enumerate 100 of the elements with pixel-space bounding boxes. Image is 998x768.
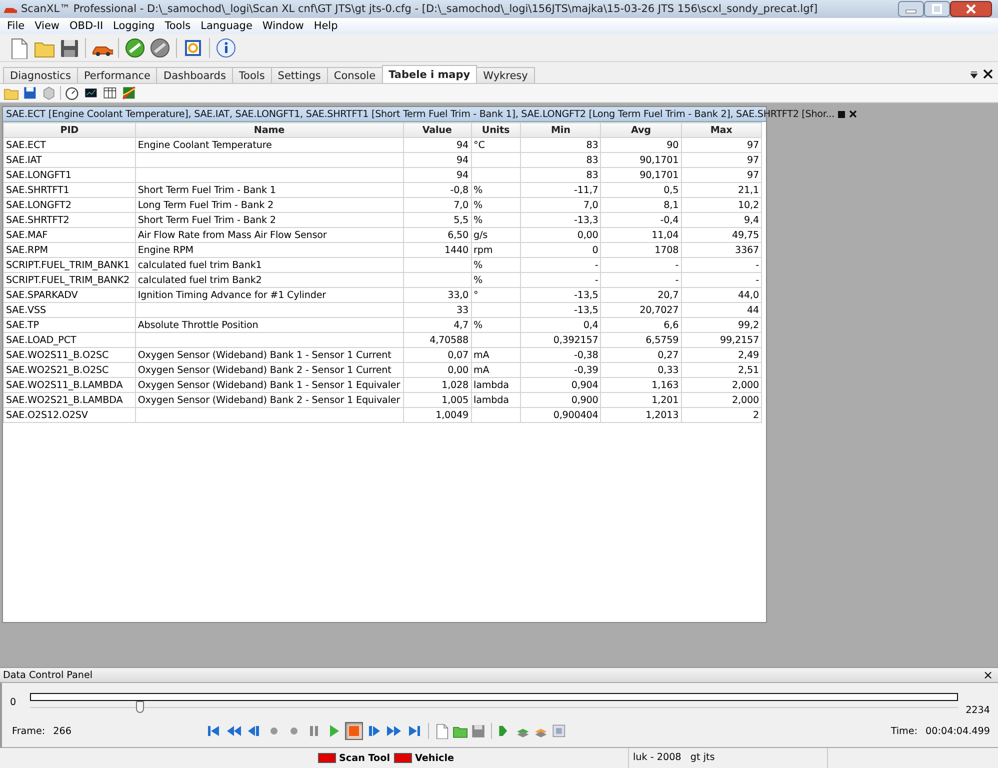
time-label: Time: (890, 726, 918, 736)
save-icon[interactable] (470, 723, 486, 739)
table-cell: SAE.SPARKADV (4, 288, 136, 302)
table-cell: 2,49 (681, 348, 762, 362)
tab[interactable]: Performance (76, 67, 158, 83)
table-cell: mA (471, 362, 520, 378)
maximize-icon[interactable] (924, 1, 950, 17)
info-icon[interactable] (215, 36, 237, 58)
menu-item[interactable]: OBD-II (64, 20, 108, 32)
range-start: 0 (10, 696, 18, 708)
table-cell: 97 (681, 138, 762, 152)
table-cell: 99,2 (681, 318, 762, 332)
table-cell: 44,0 (681, 288, 762, 302)
table-cell: 90,1701 (600, 152, 682, 168)
table-cell: 44 (681, 302, 762, 318)
column-header[interactable]: Value (403, 122, 472, 138)
table-cell: 5,5 (403, 212, 472, 228)
menu-item[interactable]: File (2, 20, 30, 32)
playback-button[interactable] (345, 722, 364, 740)
table-cell: -13,5 (520, 302, 601, 318)
column-header[interactable]: PID (4, 122, 136, 138)
table-cell: 7,0 (520, 198, 601, 212)
table-cell: 2,51 (681, 362, 762, 378)
table-cell: 0 (520, 242, 601, 258)
table-cell: 94 (403, 168, 472, 182)
table-cell: SAE.LOAD_PCT (4, 332, 136, 348)
close-icon[interactable] (849, 110, 858, 118)
table-icon[interactable] (102, 85, 118, 101)
dropdown-icon[interactable] (970, 71, 978, 79)
new-document-icon[interactable] (434, 723, 450, 739)
tab[interactable]: Settings (270, 67, 328, 83)
table-cell: % (471, 318, 520, 332)
tab[interactable]: Tabele i mapy (382, 65, 478, 83)
tab[interactable]: Diagnostics (3, 67, 78, 83)
tab[interactable]: Tools (232, 67, 272, 83)
table-cell: % (471, 182, 520, 198)
fast-forward-icon (386, 723, 402, 739)
rewind-icon (226, 723, 242, 739)
tab[interactable]: Console (326, 67, 383, 83)
frame-value: 266 (53, 726, 72, 736)
table-cell: 0,00 (520, 228, 601, 242)
table-cell: 7,0 (403, 198, 472, 212)
table-cell: 49,75 (681, 228, 762, 242)
table-cell: Ignition Timing Advance for #1 Cylinder (135, 288, 404, 302)
table-cell: -0,39 (520, 362, 601, 378)
menu-item[interactable]: Help (308, 20, 343, 32)
tab[interactable]: Dashboards (156, 67, 233, 83)
table-cell: SAE.WO2S11_B.LAMBDA (4, 378, 136, 392)
close-icon[interactable] (950, 1, 992, 17)
save-icon[interactable] (22, 85, 38, 101)
table-cell: - (520, 272, 601, 288)
table-cell: 90 (600, 138, 682, 152)
table-cell: - (600, 272, 682, 288)
column-header[interactable]: Avg (600, 122, 682, 138)
table-cell: 0,4 (520, 318, 601, 332)
table-cell: 94 (403, 152, 472, 168)
square-icon[interactable] (838, 110, 846, 118)
tab[interactable]: Wykresy (476, 67, 535, 83)
column-header[interactable]: Name (135, 122, 404, 138)
table-cell: 9,4 (681, 212, 762, 228)
table-cell: 1,028 (403, 378, 472, 392)
menu-item[interactable]: Window (257, 20, 309, 32)
table-cell: SAE.MAF (4, 228, 136, 242)
slider-thumb[interactable] (136, 701, 144, 713)
table-cell: Oxygen Sensor (Wideband) Bank 2 - Sensor 1 Equivaler (135, 392, 404, 408)
table-cell: Short Term Fuel Trim - Bank 2 (135, 212, 404, 228)
table-cell: 97 (681, 152, 762, 168)
minimize-icon[interactable] (898, 1, 924, 17)
menu-item[interactable]: Logging (108, 20, 160, 32)
table-cell: 11,04 (600, 228, 682, 242)
table-cell: Air Flow Rate from Mass Air Flow Sensor (135, 228, 404, 242)
menu-item[interactable]: Tools (160, 20, 196, 32)
table-cell: Oxygen Sensor (Wideband) Bank 1 - Sensor 1 Equivaler (135, 378, 404, 392)
column-header[interactable]: Min (520, 122, 601, 138)
table-cell: 1,2013 (600, 408, 682, 422)
table-cell: SCRIPT.FUEL_TRIM_BANK2 (4, 272, 136, 288)
table-cell: 8,1 (600, 198, 682, 212)
status-label: Scan Tool (339, 752, 390, 764)
table-cell: 33 (403, 302, 472, 318)
close-button[interactable]: × (980, 669, 995, 681)
table-cell: 6,5759 (600, 332, 682, 348)
column-header[interactable]: Units (471, 122, 520, 138)
table-cell: 99,2157 (681, 332, 762, 348)
close-icon[interactable] (982, 69, 994, 79)
table-cell: - (600, 258, 682, 272)
chart-icon[interactable] (121, 85, 137, 101)
frame-icon[interactable] (551, 723, 568, 739)
frame-label: Frame: (12, 726, 46, 736)
table-cell: -13,5 (520, 288, 601, 302)
column-header[interactable]: Max (681, 122, 762, 138)
menu-item[interactable]: Language (196, 20, 258, 32)
table-cell: 0,00 (403, 362, 472, 378)
table-cell: SAE.WO2S21_B.O2SC (4, 362, 136, 378)
table-cell: 0,07 (403, 348, 472, 362)
table-cell: % (471, 212, 520, 228)
menu-item[interactable]: View (30, 20, 64, 32)
skip-to-end-icon (406, 723, 422, 739)
gauge-icon[interactable] (64, 85, 80, 101)
table-cell: % (471, 198, 520, 212)
table-cell: -0,38 (520, 348, 601, 362)
